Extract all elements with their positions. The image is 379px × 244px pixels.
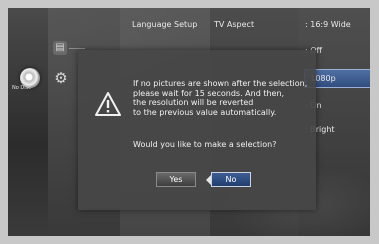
left-bar (8, 8, 48, 236)
nav-divider (69, 48, 85, 49)
dialog-message-line: If no pictures are shown after the selec… (133, 79, 308, 88)
setting-value-aspect[interactable]: : 16:9 Wide (305, 20, 351, 29)
dialog-question: Would you like to make a selection? (133, 140, 277, 149)
disc-status-label: No Disc (12, 85, 31, 91)
yes-button[interactable]: Yes (156, 172, 196, 187)
dialog-message-line: the resolution will be reverted (133, 98, 254, 107)
no-button[interactable]: No (211, 172, 251, 187)
setting-tv-aspect[interactable]: TV Aspect (214, 20, 254, 29)
dialog-message-line: to the previous value automatically. (133, 107, 277, 117)
dialog-message: If no pictures are shown after the selec… (133, 79, 308, 117)
confirm-dialog: If no pictures are shown after the selec… (78, 50, 316, 210)
menu-header-language-setup[interactable]: Language Setup (132, 20, 197, 29)
warning-icon (95, 92, 121, 116)
tv-screen: No Disc ▤ ⚙ Language Setup TV Aspect : 1… (8, 8, 370, 236)
dialog-message-line: please wait for 15 seconds. And then, (133, 88, 285, 98)
gear-icon[interactable]: ⚙ (54, 71, 68, 86)
film-icon[interactable]: ▤ (53, 41, 67, 55)
